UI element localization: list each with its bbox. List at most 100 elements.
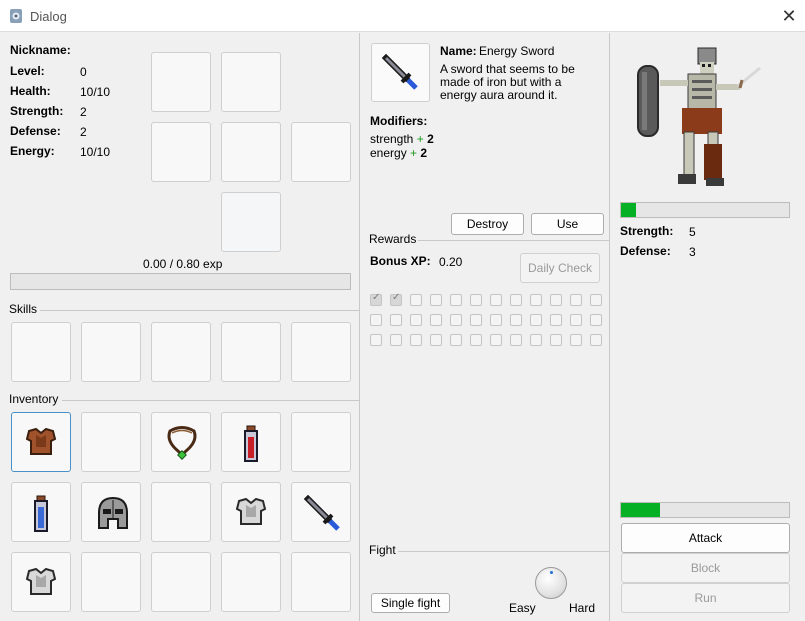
daily-checkbox[interactable] <box>570 294 582 306</box>
daily-checkbox[interactable] <box>430 294 442 306</box>
inventory-slot-leather-armor[interactable] <box>11 412 71 472</box>
skill-slot[interactable] <box>11 322 71 382</box>
inventory-slot-iron-helmet[interactable] <box>81 482 141 542</box>
daily-checkbox[interactable] <box>550 314 562 326</box>
stat-label-level: Level: <box>10 64 45 78</box>
daily-checkbox[interactable] <box>450 314 462 326</box>
attack-button[interactable]: Attack <box>621 523 790 553</box>
leather-armor-icon <box>25 427 57 455</box>
modifier-row: energy + 2 <box>370 146 427 160</box>
enemy-energy-bar-fill <box>621 503 660 517</box>
fight-heading: Fight <box>369 543 396 557</box>
daily-checkbox[interactable] <box>470 334 482 346</box>
window-title: Dialog <box>30 9 67 24</box>
inventory-slot[interactable] <box>291 552 351 612</box>
daily-checkbox[interactable] <box>550 334 562 346</box>
difficulty-dial[interactable] <box>535 567 567 599</box>
daily-checkbox[interactable] <box>390 292 402 306</box>
exp-text: 0.00 / 0.80 exp <box>143 257 223 271</box>
daily-checkbox[interactable] <box>410 314 422 326</box>
single-fight-button[interactable]: Single fight <box>371 593 450 613</box>
inventory-slot[interactable] <box>81 412 141 472</box>
inventory-slot[interactable] <box>151 482 211 542</box>
equip-slot-hand-left[interactable] <box>151 122 211 182</box>
enemy-energy-bar <box>620 502 790 518</box>
daily-checkbox[interactable] <box>430 334 442 346</box>
daily-checkbox[interactable] <box>590 294 602 306</box>
stat-value-level: 0 <box>80 65 87 79</box>
item-name: Energy Sword <box>479 44 555 58</box>
daily-checkbox[interactable] <box>510 294 522 306</box>
daily-checkbox[interactable] <box>590 334 602 346</box>
dial-indicator <box>550 571 553 574</box>
daily-checkbox[interactable] <box>370 334 382 346</box>
daily-checkbox[interactable] <box>410 334 422 346</box>
inventory-slot-energy-sword[interactable] <box>291 482 351 542</box>
daily-checkbox[interactable] <box>530 314 542 326</box>
difficulty-easy-label: Easy <box>509 601 536 615</box>
equip-slot-head-right[interactable] <box>221 52 281 112</box>
fight-divider <box>398 551 609 552</box>
inventory-slot-blue-potion[interactable] <box>11 482 71 542</box>
inventory-slot[interactable] <box>81 552 141 612</box>
daily-checkbox[interactable] <box>530 334 542 346</box>
stat-label-defense: Defense: <box>10 124 61 138</box>
daily-checkbox[interactable] <box>490 294 502 306</box>
close-icon[interactable]: ✕ <box>779 6 799 26</box>
daily-checkbox[interactable] <box>550 294 562 306</box>
daily-checkbox[interactable] <box>510 314 522 326</box>
daily-check-button[interactable]: Daily Check <box>520 253 600 283</box>
daily-checkbox[interactable] <box>370 292 382 306</box>
inventory-slot-silver-armor[interactable] <box>221 482 281 542</box>
silver-armor-icon <box>235 497 267 525</box>
item-preview <box>371 43 430 102</box>
enemy-skeleton-sprite <box>637 47 761 186</box>
equip-slot-hand-right[interactable] <box>291 122 351 182</box>
inventory-divider <box>62 400 359 401</box>
skills-divider <box>40 310 359 311</box>
daily-checkbox[interactable] <box>570 314 582 326</box>
stat-value-health: 10/10 <box>80 85 111 99</box>
daily-checkbox[interactable] <box>490 314 502 326</box>
inventory-slot-red-potion[interactable] <box>221 412 281 472</box>
modifier-stat: energy <box>370 146 407 160</box>
skill-slot[interactable] <box>151 322 211 382</box>
daily-checkbox[interactable] <box>370 314 382 326</box>
rewards-divider <box>418 240 609 241</box>
inventory-slot[interactable] <box>151 552 211 612</box>
daily-checkbox[interactable] <box>590 314 602 326</box>
inventory-slot[interactable] <box>291 412 351 472</box>
block-button[interactable]: Block <box>621 553 790 583</box>
daily-checkbox[interactable] <box>470 294 482 306</box>
daily-checkbox[interactable] <box>390 334 402 346</box>
daily-checkbox[interactable] <box>390 314 402 326</box>
skill-slot[interactable] <box>81 322 141 382</box>
daily-checkbox[interactable] <box>570 334 582 346</box>
equip-slot-body[interactable] <box>221 122 281 182</box>
equip-slot-head-left[interactable] <box>151 52 211 112</box>
inventory-slot-amulet[interactable] <box>151 412 211 472</box>
daily-checkbox[interactable] <box>450 334 462 346</box>
skill-slot[interactable] <box>221 322 281 382</box>
use-button[interactable]: Use <box>531 213 604 235</box>
exp-bar <box>10 273 351 290</box>
red-potion-icon <box>244 425 258 462</box>
modifier-row: strength + 2 <box>370 132 434 146</box>
destroy-button[interactable]: Destroy <box>451 213 524 235</box>
inventory-slot-silver-armor[interactable] <box>11 552 71 612</box>
daily-checkbox[interactable] <box>510 334 522 346</box>
daily-checkbox[interactable] <box>430 314 442 326</box>
daily-checkbox[interactable] <box>490 334 502 346</box>
skill-slot[interactable] <box>291 322 351 382</box>
inventory-slot[interactable] <box>221 552 281 612</box>
daily-checkbox[interactable] <box>410 294 422 306</box>
item-description: A sword that seems to be made of iron bu… <box>440 62 575 102</box>
daily-checkbox[interactable] <box>530 294 542 306</box>
column-divider-right <box>609 33 610 621</box>
equip-slot-feet[interactable] <box>221 192 281 252</box>
daily-checkbox[interactable] <box>470 314 482 326</box>
difficulty-hard-label: Hard <box>569 601 596 615</box>
modifier-sign: + <box>416 132 424 146</box>
run-button[interactable]: Run <box>621 583 790 613</box>
daily-checkbox[interactable] <box>450 294 462 306</box>
